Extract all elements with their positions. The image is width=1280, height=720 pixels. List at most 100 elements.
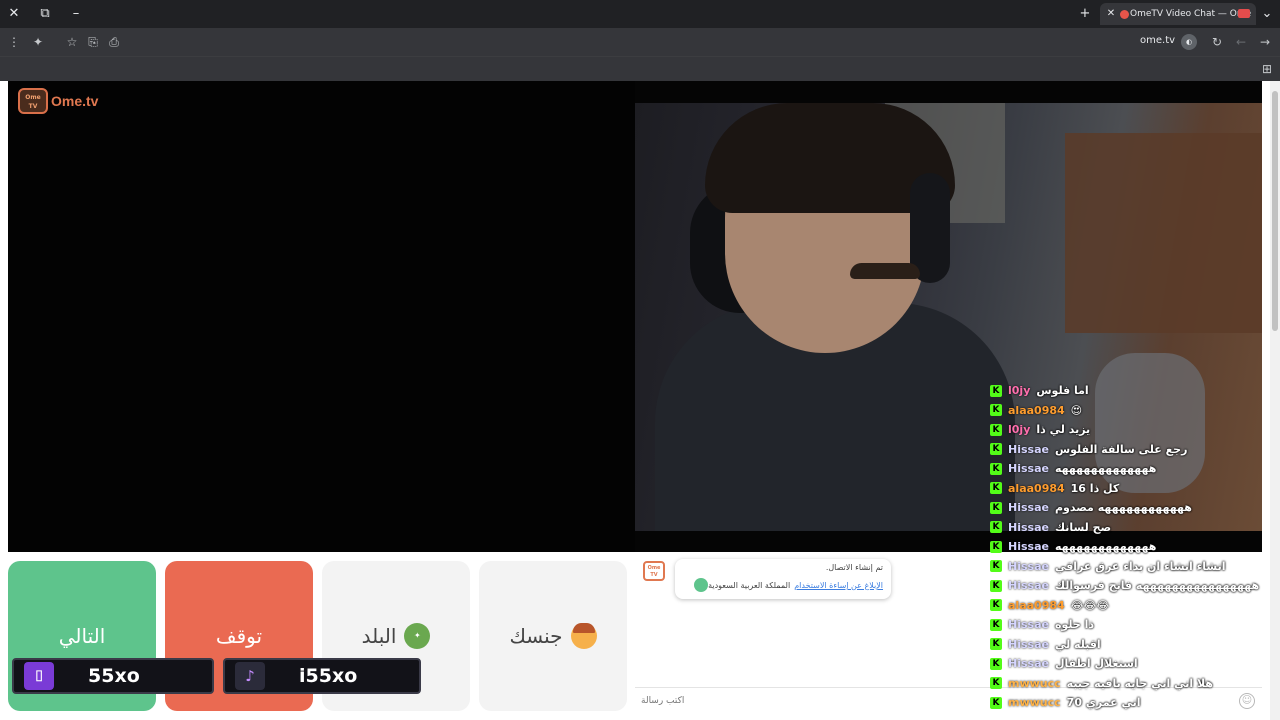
partner-country: المملكة العربية السعودية <box>708 580 791 590</box>
kick-badge-icon: K <box>990 384 1002 397</box>
twitch-icon: ⌷ <box>24 662 54 690</box>
chat-overlay-username: alaa0984 <box>1008 403 1065 417</box>
chat-overlay-line: K Hissae انشاء انشاء ان بداء عرق عراقي <box>990 557 1270 577</box>
extension-icon[interactable]: ✦ <box>28 32 48 52</box>
bookmarks-bar: ⊞ <box>0 56 1280 81</box>
chat-overlay-message: هههههههههههههه <box>1054 540 1157 554</box>
kick-badge-icon: K <box>990 540 1002 553</box>
minimize-window-icon[interactable]: – <box>66 4 86 24</box>
bookmark-star-icon[interactable]: ☆ <box>62 32 82 52</box>
chat-overlay-message: صح لسانك <box>1054 520 1112 534</box>
page-scrollbar[interactable] <box>1270 81 1280 720</box>
back-icon[interactable]: ← <box>1231 32 1251 52</box>
chat-overlay-username: Hissae <box>1008 501 1049 515</box>
chat-overlay-username: alaa0984 <box>1008 481 1065 495</box>
kick-badge-icon: K <box>990 657 1002 670</box>
chat-overlay-username: Hissae <box>1008 657 1049 671</box>
tiktok-handle: i55xo <box>299 665 358 687</box>
chat-overlay-line: K Hissae هههههههههههههه <box>990 459 1270 479</box>
chat-overlay-line: Kmwwucc هلا اني اني جايه بافيه جيبه <box>990 674 1270 694</box>
close-window-icon[interactable]: ✕ <box>4 4 24 24</box>
tiktok-icon: ♪ <box>235 662 265 690</box>
chat-overlay-message: هههههههههههههه <box>1054 462 1157 476</box>
forward-icon[interactable]: → <box>1255 32 1275 52</box>
kick-badge-icon: K <box>990 404 1002 417</box>
chat-overlay-message: رجع على سالفة الفلوس <box>1054 442 1188 456</box>
stop-label: توقف <box>215 624 263 648</box>
chat-overlay-line: Kalaa0984 كل ذا 16 <box>990 479 1270 499</box>
chat-overlay-line: K Hissae ذا حلوه <box>990 615 1270 635</box>
kick-badge-icon: K <box>990 482 1002 495</box>
address-bar-url[interactable]: ome.tv <box>1140 35 1175 46</box>
chat-overlay-username: alaa0984 <box>1008 598 1065 612</box>
new-tab-icon[interactable]: + <box>1075 4 1095 24</box>
restore-window-icon[interactable]: ⧉ <box>35 4 55 24</box>
chat-overlay-line: Kalaa0984 😍 <box>990 401 1270 421</box>
tab-close-icon[interactable]: ✕ <box>1104 3 1118 25</box>
kick-badge-icon: K <box>990 443 1002 456</box>
next-label: التالي <box>58 624 106 648</box>
browser-toolbar: ⋮ ✦ ☆ ⎘ ⎙ ome.tv ◐ ↻ ← → <box>0 28 1280 56</box>
gender-label: جنسك <box>509 624 563 648</box>
apps-grid-icon[interactable]: ⊞ <box>1257 59 1277 79</box>
twitch-overlay: ⌷ 55xo <box>12 658 214 694</box>
chat-overlay-message: 😂😂😂 <box>1070 598 1110 612</box>
chat-overlay-username: Hissae <box>1008 618 1049 632</box>
chat-overlay-username: Hissae <box>1008 559 1049 573</box>
chat-overlay-line: Kl0jy اما فلوس <box>990 381 1270 401</box>
browser-tab-bar: ✕ ⧉ – + ✕ OmeTV Video Chat — Ome ⌄ <box>0 0 1280 28</box>
kick-badge-icon: K <box>990 423 1002 436</box>
chat-overlay-username: l0jy <box>1008 384 1031 398</box>
chat-overlay-username: Hissae <box>1008 442 1049 456</box>
kick-badge-icon: K <box>990 462 1002 475</box>
menu-icon[interactable]: ⋮ <box>4 32 24 52</box>
tiktok-overlay: ♪ i55xo <box>223 658 421 694</box>
chat-overlay-line: K Hissae رجع على سالفة الفلوس <box>990 440 1270 460</box>
tab-favicon-icon <box>1120 10 1129 19</box>
chat-overlay-username: l0jy <box>1008 423 1031 437</box>
site-info-icon[interactable]: ◐ <box>1181 34 1197 50</box>
tab-search-icon[interactable]: ⌄ <box>1257 4 1277 24</box>
chat-overlay-message: ذا حلوه <box>1054 618 1095 632</box>
chat-overlay-username: mwwucc <box>1008 676 1061 690</box>
stream-chat-overlay: Kl0jy اما فلوس Kalaa0984 😍 Kl0jy يزيد لي ذا K H… <box>990 381 1270 720</box>
chat-overlay-message: كل ذا 16 <box>1070 481 1120 495</box>
kick-badge-icon: K <box>990 501 1002 514</box>
system-message: تم إنشاء الاتصال. الإبلاغ عن إساءة الاست… <box>675 559 891 599</box>
kick-badge-icon: K <box>990 677 1002 690</box>
chat-overlay-line: K Hissae استغلال اطفال <box>990 654 1270 674</box>
chat-overlay-line: Kmwwucc اني عمري 70 <box>990 693 1270 713</box>
chat-overlay-message: ههههههههههههه مصدوم <box>1054 501 1192 515</box>
chat-overlay-message: 😍 <box>1070 403 1083 417</box>
chat-overlay-message: اقبله لي <box>1054 637 1101 651</box>
kick-badge-icon: K <box>990 579 1002 592</box>
kick-badge-icon: K <box>990 560 1002 573</box>
chat-overlay-line: K Hissae هههههههههههههه <box>990 537 1270 557</box>
install-app-icon[interactable]: ⎘ <box>83 32 103 52</box>
country-label: البلد <box>361 624 397 648</box>
logo-text: Ome.tv <box>51 93 99 109</box>
chat-overlay-username: Hissae <box>1008 637 1049 651</box>
reload-icon[interactable]: ↻ <box>1207 32 1227 52</box>
country-flag-icon <box>694 578 709 592</box>
chat-overlay-username: Hissae <box>1008 520 1049 534</box>
connection-status: تم إنشاء الاتصال. <box>825 563 883 572</box>
tv-logo-icon: Ome TV <box>18 88 48 114</box>
chat-overlay-message: اني عمري 70 <box>1066 696 1141 710</box>
ometv-logo[interactable]: Ome TV Ome.tv <box>18 87 98 115</box>
chat-overlay-username: Hissae <box>1008 462 1049 476</box>
stranger-video: Ome TV Ome.tv <box>8 81 635 552</box>
gender-button[interactable]: جنسك <box>479 561 627 711</box>
ometv-avatar-icon: Ome TV <box>643 561 665 581</box>
chat-overlay-line: K Hissae اقبله لي <box>990 635 1270 655</box>
translate-icon[interactable]: ⎙ <box>104 32 124 52</box>
report-abuse-link[interactable]: الإبلاغ عن إساءة الاستخدام <box>794 581 883 590</box>
chat-overlay-username: Hissae <box>1008 540 1049 554</box>
kick-badge-icon: K <box>990 618 1002 631</box>
chat-overlay-line: K Hissae ههههههههههههههههه فاتح فرسوالك <box>990 576 1270 596</box>
chat-overlay-line: K Hissae صح لسانك <box>990 518 1270 538</box>
chat-overlay-username: mwwucc <box>1008 696 1061 710</box>
twitch-handle: 55xo <box>88 665 140 687</box>
chat-overlay-line: Kalaa0984 😂😂😂 <box>990 596 1270 616</box>
tab-ometv[interactable]: ✕ OmeTV Video Chat — Ome <box>1100 3 1256 25</box>
